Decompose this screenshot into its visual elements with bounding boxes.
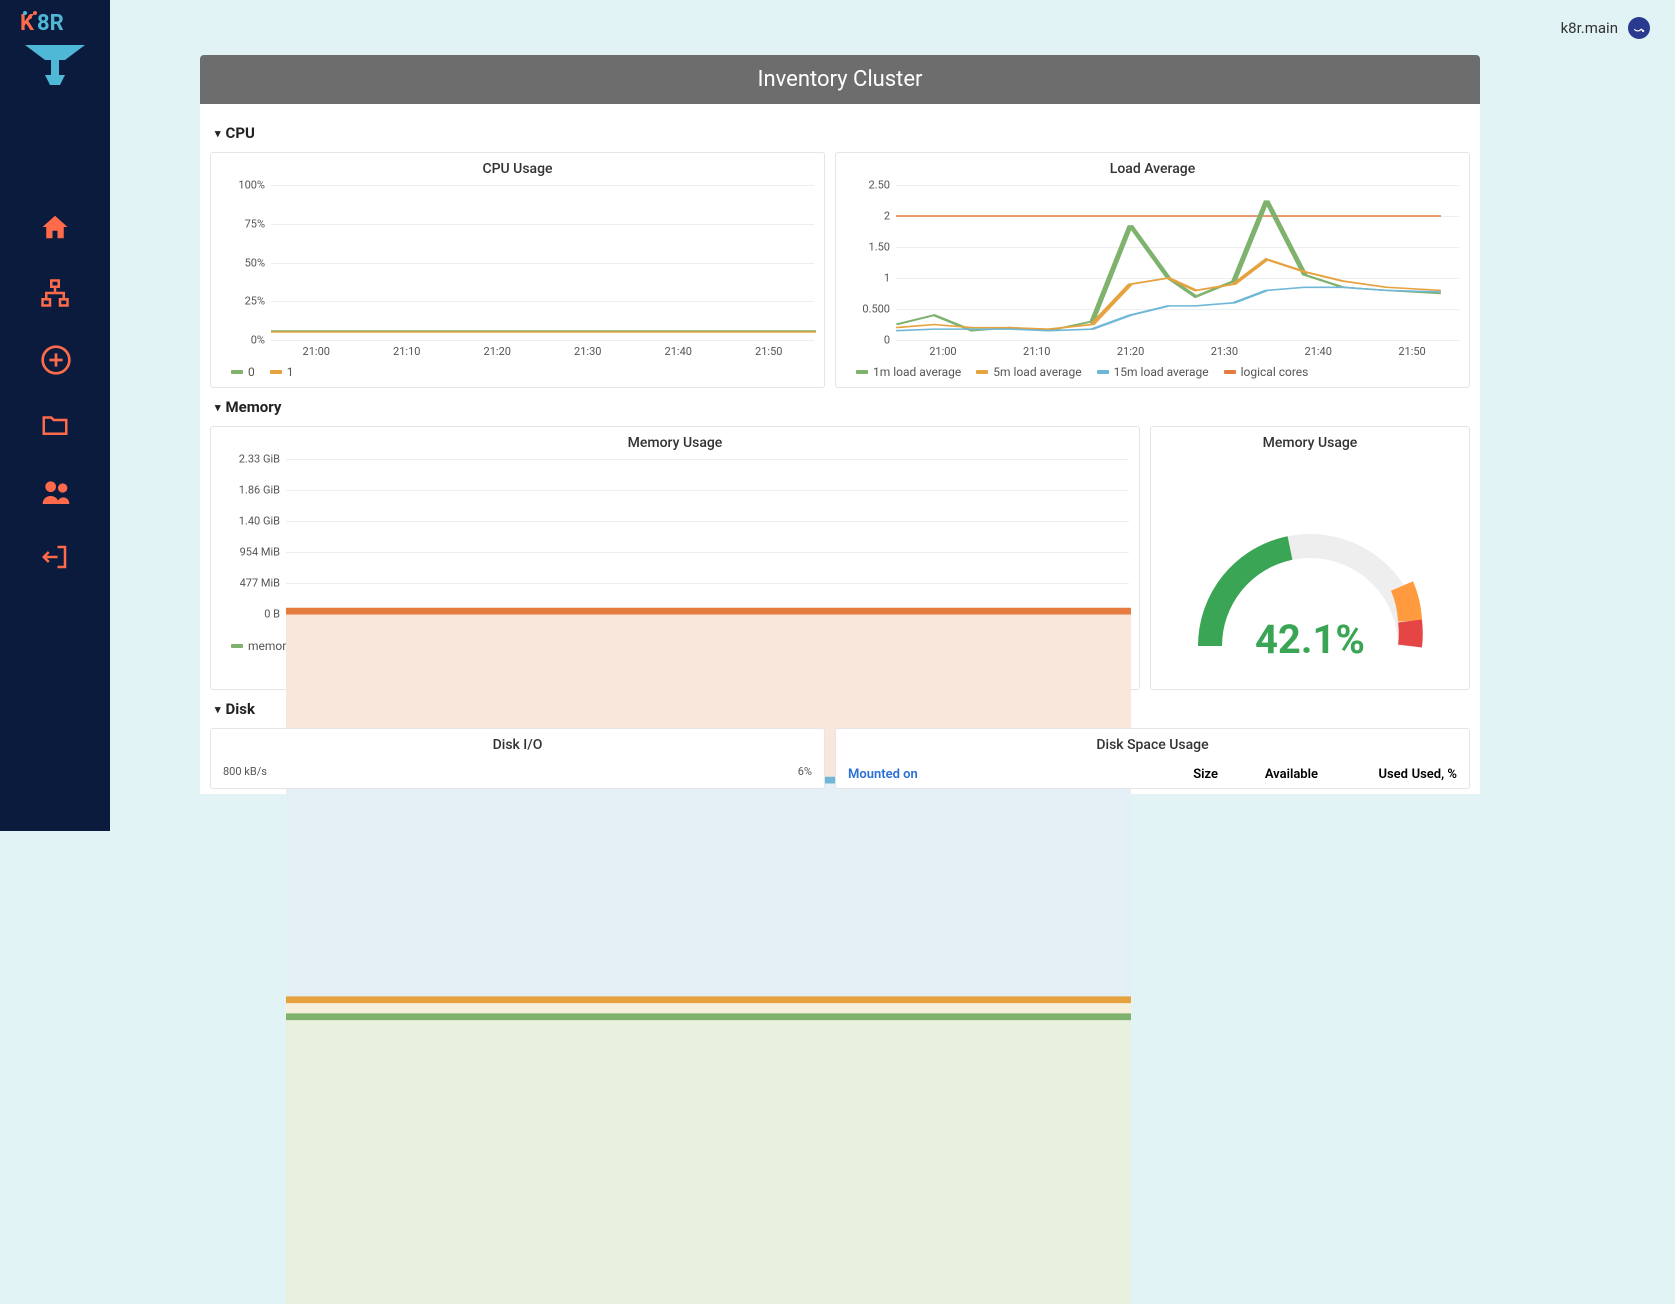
topbar: k8r.main xyxy=(110,0,1675,55)
panel-title: Load Average xyxy=(836,153,1469,185)
col-used-pct[interactable]: Used, % xyxy=(1408,767,1457,782)
panel-disk-space: Disk Space Usage Mounted on Size Availab… xyxy=(835,728,1470,789)
content: ▾ CPU CPU Usage 100% 75% 50% 25% 0% xyxy=(200,104,1480,794)
users-icon[interactable] xyxy=(40,476,70,506)
panel-title: Memory Usage xyxy=(1151,427,1469,459)
gauge-memory[interactable]: 42.1% xyxy=(1151,459,1469,689)
panel-memory-gauge: Memory Usage 42.1% xyxy=(1150,426,1470,690)
panel-disk-io: Disk I/O 800 kB/s 6% xyxy=(210,728,825,789)
legend: 1m load average 5m load average 15m load… xyxy=(836,361,1469,387)
panel-title: Disk I/O xyxy=(211,729,824,761)
legend: 0 1 xyxy=(211,361,824,387)
chart-memory[interactable]: 2.33 GiB 1.86 GiB 1.40 GiB 954 MiB 477 M… xyxy=(211,459,1139,614)
col-mounted[interactable]: Mounted on xyxy=(848,767,1128,782)
panel-cpu-usage: CPU Usage 100% 75% 50% 25% 0% xyxy=(210,152,825,388)
panel-load-average: Load Average 2.50 2 1.50 1 0.500 0 xyxy=(835,152,1470,388)
main: Inventory Cluster ▾ CPU CPU Usage 100% 7… xyxy=(200,55,1480,794)
cluster-icon[interactable] xyxy=(40,278,70,308)
panel-title: Memory Usage xyxy=(211,427,1139,459)
logo: K 8R xyxy=(15,5,95,94)
table-header: Mounted on Size Available Used Used, % xyxy=(836,761,1469,788)
page-title: Inventory Cluster xyxy=(200,55,1480,104)
svg-text:8R: 8R xyxy=(37,11,64,36)
logout-icon[interactable] xyxy=(40,542,70,572)
section-memory[interactable]: ▾ Memory xyxy=(200,393,1480,421)
sidebar: K 8R xyxy=(0,0,110,831)
chart-cpu-usage[interactable]: 100% 75% 50% 25% 0% xyxy=(211,185,824,340)
user-label: k8r.main xyxy=(1561,19,1618,37)
col-used[interactable]: Used xyxy=(1318,767,1408,782)
folder-icon[interactable] xyxy=(40,410,70,440)
chart-load-average[interactable]: 2.50 2 1.50 1 0.500 0 xyxy=(836,185,1469,340)
panel-memory-chart: Memory Usage 2.33 GiB 1.86 GiB 1.40 GiB … xyxy=(210,426,1140,690)
chevron-down-icon: ▾ xyxy=(215,127,221,140)
svg-text:K: K xyxy=(20,11,35,36)
chevron-down-icon: ▾ xyxy=(215,401,221,414)
chevron-down-icon: ▾ xyxy=(215,703,221,716)
avatar[interactable] xyxy=(1628,17,1650,39)
panel-title: Disk Space Usage xyxy=(836,729,1469,761)
add-icon[interactable] xyxy=(40,344,70,374)
panel-title: CPU Usage xyxy=(211,153,824,185)
gauge-value: 42.1% xyxy=(1255,616,1365,663)
section-cpu[interactable]: ▾ CPU xyxy=(200,119,1480,147)
col-available[interactable]: Available xyxy=(1218,767,1318,782)
home-icon[interactable] xyxy=(40,212,70,242)
col-size[interactable]: Size xyxy=(1128,767,1218,782)
